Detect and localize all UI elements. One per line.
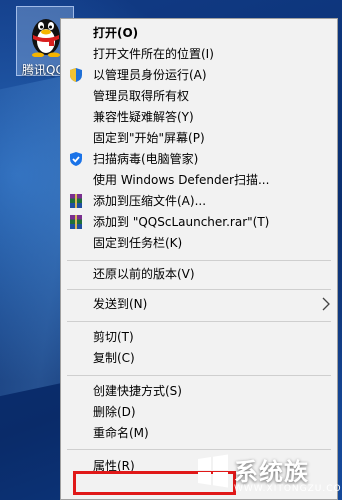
menu-item-label: 添加到 "QQScLauncher.rar"(T) xyxy=(93,215,270,229)
watermark-url: WWW.XITONGZU.COM xyxy=(234,484,342,494)
menu-item-label: 使用 Windows Defender扫描... xyxy=(93,173,270,187)
menu-item-label: 剪切(T) xyxy=(93,330,134,344)
menu-separator xyxy=(67,260,331,261)
menu-item-run-as-admin[interactable]: 以管理员身份运行(A) xyxy=(61,65,337,85)
menu-item-label: 复制(C) xyxy=(93,351,135,365)
menu-item-open[interactable]: 打开(O) xyxy=(61,23,337,43)
menu-item-pin-to-start[interactable]: 固定到"开始"屏幕(P) xyxy=(61,128,337,148)
menu-item-add-to-named-rar[interactable]: 添加到 "QQScLauncher.rar"(T) xyxy=(61,212,337,232)
menu-item-cut[interactable]: 剪切(T) xyxy=(61,327,337,347)
menu-item-delete[interactable]: 删除(D) xyxy=(61,402,337,422)
menu-item-label: 扫描病毒(电脑管家) xyxy=(93,152,199,166)
menu-item-label: 兼容性疑难解答(Y) xyxy=(93,110,194,124)
menu-item-defender-scan[interactable]: 使用 Windows Defender扫描... xyxy=(61,170,337,190)
watermark-text: 系统族 xyxy=(234,458,309,486)
menu-item-copy[interactable]: 复制(C) xyxy=(61,348,337,368)
winrar-icon xyxy=(70,215,82,229)
menu-item-compatibility-troubleshoot[interactable]: 兼容性疑难解答(Y) xyxy=(61,107,337,127)
menu-item-label: 删除(D) xyxy=(93,405,136,419)
menu-item-label: 重命名(M) xyxy=(93,426,149,440)
menu-item-take-ownership[interactable]: 管理员取得所有权 xyxy=(61,86,337,106)
context-menu: 打开(O) 打开文件所在的位置(I) 以管理员身份运行(A) 管理员取得所有权 … xyxy=(60,18,338,500)
windows-logo-icon xyxy=(198,454,228,488)
menu-item-label: 管理员取得所有权 xyxy=(93,89,190,103)
menu-item-label: 创建快捷方式(S) xyxy=(93,384,182,398)
watermark: 系统族 WWW.XITONGZU.COM xyxy=(192,448,342,500)
menu-item-label: 固定到任务栏(K) xyxy=(93,236,183,250)
tencent-pc-manager-icon xyxy=(70,152,82,166)
menu-item-rename[interactable]: 重命名(M) xyxy=(61,423,337,443)
menu-item-label: 以管理员身份运行(A) xyxy=(93,68,207,82)
menu-item-label: 固定到"开始"屏幕(P) xyxy=(93,131,205,145)
menu-item-create-shortcut[interactable]: 创建快捷方式(S) xyxy=(61,381,337,401)
chevron-right-icon xyxy=(322,297,330,311)
menu-separator xyxy=(67,289,331,290)
menu-item-send-to[interactable]: 发送到(N) xyxy=(61,294,337,314)
winrar-icon xyxy=(70,194,82,208)
menu-item-label: 添加到压缩文件(A)... xyxy=(93,194,207,208)
menu-item-pin-to-taskbar[interactable]: 固定到任务栏(K) xyxy=(61,233,337,253)
uac-shield-icon xyxy=(70,68,82,82)
menu-item-label: 打开(O) xyxy=(93,26,139,40)
menu-item-label: 发送到(N) xyxy=(93,297,148,311)
menu-item-open-file-location[interactable]: 打开文件所在的位置(I) xyxy=(61,44,337,64)
menu-item-label: 打开文件所在的位置(I) xyxy=(93,47,214,61)
menu-item-restore-previous-versions[interactable]: 还原以前的版本(V) xyxy=(61,264,337,284)
menu-item-scan-virus[interactable]: 扫描病毒(电脑管家) xyxy=(61,149,337,169)
menu-separator xyxy=(67,375,331,376)
menu-separator xyxy=(67,321,331,322)
menu-item-add-to-archive[interactable]: 添加到压缩文件(A)... xyxy=(61,191,337,211)
menu-item-label: 还原以前的版本(V) xyxy=(93,267,195,281)
